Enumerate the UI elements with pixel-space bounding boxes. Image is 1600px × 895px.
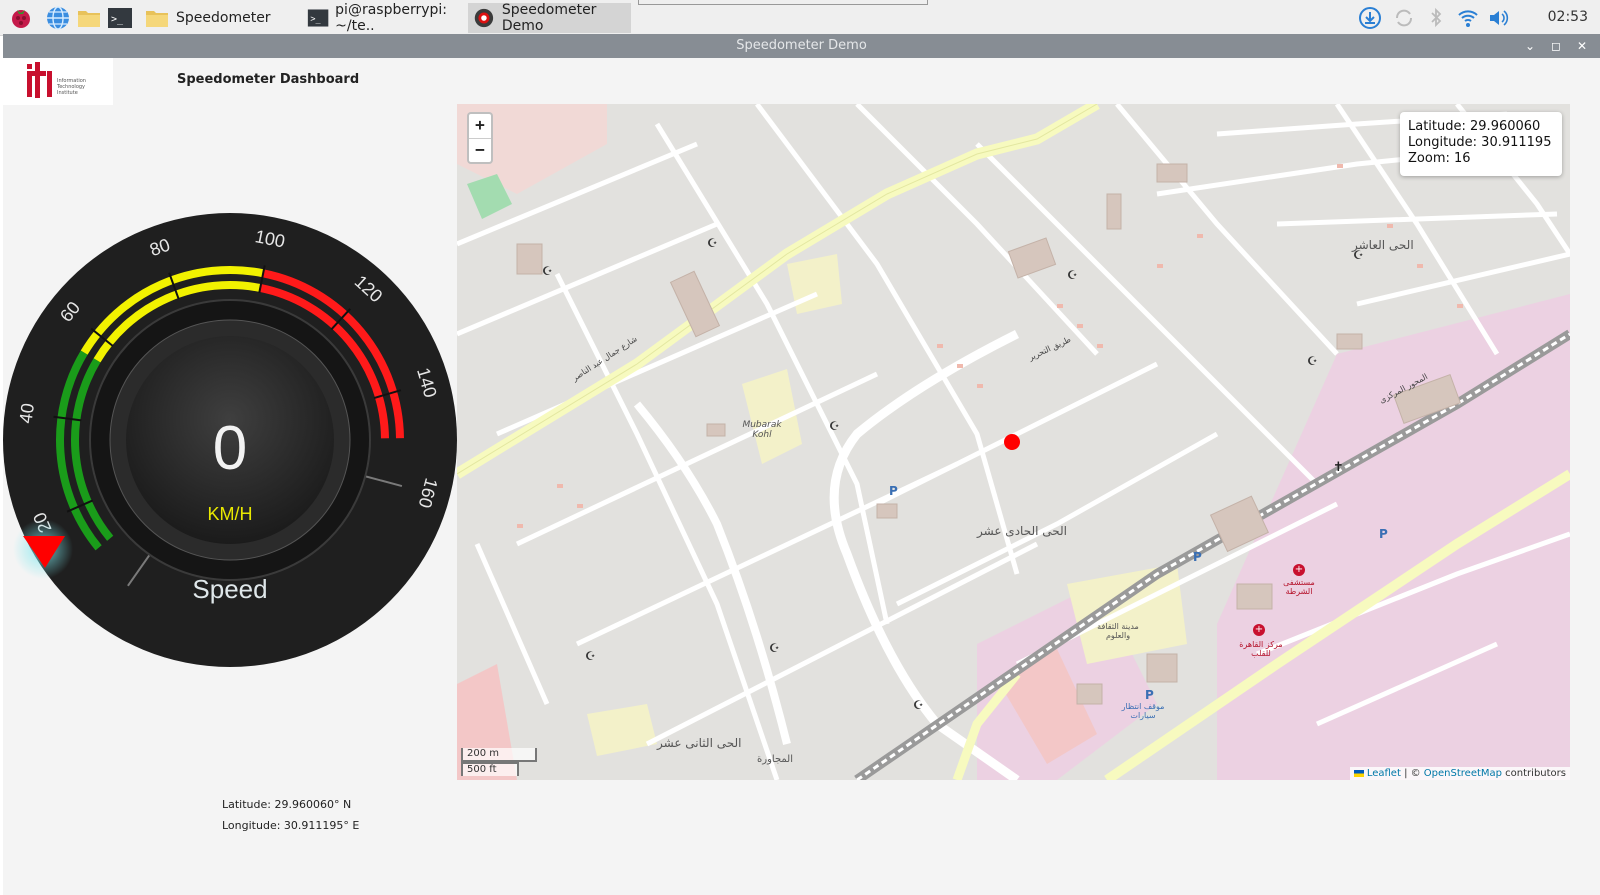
clock[interactable]: 02:53 <box>1548 9 1588 25</box>
info-zoom: Zoom: 16 <box>1408 151 1471 166</box>
svg-text:Institute: Institute <box>57 90 78 96</box>
task-speedometer-demo[interactable]: Speedometer Demo <box>468 2 631 34</box>
svg-text:>_: >_ <box>310 14 321 24</box>
latitude-readout: Latitude: 29.960060° N <box>222 798 352 811</box>
raspberry-menu-icon[interactable] <box>8 5 34 31</box>
mosque-icon: ☪ <box>829 419 840 433</box>
parking-icon: P <box>1145 688 1154 702</box>
osm-link[interactable]: OpenStreetMap <box>1424 768 1502 779</box>
map-view[interactable]: Mubarak Kohl الحى الحادى عشر الحى الثانى… <box>457 104 1570 780</box>
map-label-parking: موقف انتظار سيارات <box>1121 702 1165 720</box>
leaflet-link[interactable]: Leaflet <box>1367 768 1401 779</box>
task-speedometer-folder[interactable]: Speedometer <box>140 3 300 33</box>
window-titlebar[interactable]: Speedometer Demo ⌄ ◻ ✕ <box>3 34 1600 58</box>
task-label: pi@raspberrypi: ~/te.. <box>335 2 448 34</box>
mosque-icon: ☪ <box>542 264 553 278</box>
location-marker[interactable] <box>1004 434 1020 450</box>
map-attribution: Leaflet | © OpenStreetMap contributors <box>1349 767 1570 780</box>
app-window: Information Technology Institute Speedom… <box>3 58 1600 895</box>
parking-icon: P <box>1379 527 1388 541</box>
app-icon <box>474 8 494 28</box>
zoom-in-button[interactable]: + <box>469 114 491 138</box>
mosque-icon: ☪ <box>1307 354 1318 368</box>
task-label: Speedometer <box>176 10 271 26</box>
gauge-tick-label: 40 <box>16 402 38 424</box>
close-icon[interactable]: ✕ <box>1572 34 1592 58</box>
volume-icon[interactable] <box>1487 7 1511 29</box>
mosque-icon: ☪ <box>707 236 718 250</box>
scale-bar: 200 m 500 ft <box>461 748 537 776</box>
map-label-park: Mubarak Kohl <box>742 420 782 440</box>
file-manager-icon[interactable] <box>76 5 102 31</box>
task-label: Speedometer Demo <box>501 2 597 34</box>
mosque-icon: ☪ <box>769 641 780 655</box>
folder-icon <box>146 11 168 27</box>
terminal-icon[interactable]: >_ <box>107 5 133 31</box>
maximize-icon[interactable]: ◻ <box>1546 34 1566 58</box>
task-terminal[interactable]: >_ pi@raspberrypi: ~/te.. <box>303 2 468 34</box>
mosque-icon: ☪ <box>1353 248 1364 262</box>
parking-icon: P <box>1193 550 1202 564</box>
terminal-icon: >_ <box>307 9 329 27</box>
map-label-police-hospital: مستشفى الشرطة <box>1283 578 1315 596</box>
gauge-label: Speed <box>192 574 267 604</box>
speed-value: 0 <box>213 414 247 483</box>
zoom-out-button[interactable]: − <box>469 138 491 162</box>
map-label-neighborhood: المجاورة <box>757 754 794 765</box>
attrib-suffix: contributors <box>1502 768 1566 779</box>
mosque-icon: ☪ <box>913 698 924 712</box>
map-label-district-12: الحى الثانى عشر <box>657 736 742 750</box>
mosque-icon: ☪ <box>585 649 596 663</box>
logo-graphic: Information Technology Institute <box>27 62 86 98</box>
map-label-heart-center: مركز القاهرة للقلب <box>1239 640 1283 658</box>
minimize-icon[interactable]: ⌄ <box>1520 34 1540 58</box>
gauge-needle <box>13 519 73 579</box>
zoom-control: + − <box>467 112 493 164</box>
hospital-icon: + <box>1293 564 1305 576</box>
ukraine-flag-icon <box>1353 769 1364 777</box>
sync-icon[interactable] <box>1392 7 1416 29</box>
map-label-district-11: الحى الحادى عشر <box>977 524 1067 538</box>
svg-text:>_: >_ <box>111 14 124 25</box>
task-placeholder <box>638 0 928 5</box>
hospital-icon: + <box>1253 624 1265 636</box>
wifi-icon[interactable] <box>1456 7 1480 29</box>
map-label-culture-city: مدينة الثقافة والعلوم <box>1097 622 1139 640</box>
info-longitude: Longitude: 30.911195 <box>1408 135 1552 150</box>
speed-unit: KM/H <box>208 504 253 524</box>
parking-icon: P <box>889 484 898 498</box>
taskbar: >_ Speedometer >_ pi@raspberrypi: ~/te..… <box>0 0 1600 36</box>
dashboard-title: Speedometer Dashboard <box>177 72 360 87</box>
map-info-box: Latitude: 29.960060 Longitude: 30.911195… <box>1400 112 1562 176</box>
info-latitude: Latitude: 29.960060 <box>1408 119 1541 134</box>
iti-logo: Information Technology Institute <box>3 58 113 105</box>
update-icon[interactable] <box>1358 7 1382 29</box>
speedometer-gauge: 20406080100120140160 0 KM/H Speed <box>3 213 457 667</box>
longitude-readout: Longitude: 30.911195° E <box>222 819 360 832</box>
scale-metric: 200 m <box>461 748 537 762</box>
attrib-sep: | © <box>1400 768 1424 779</box>
church-icon: ✝ <box>1333 460 1344 475</box>
bluetooth-icon[interactable] <box>1424 7 1448 29</box>
scale-imperial: 500 ft <box>461 762 519 776</box>
window-title: Speedometer Demo <box>736 38 867 53</box>
coordinates-readout: Latitude: 29.960060° N Longitude: 30.911… <box>222 794 359 836</box>
mosque-icon: ☪ <box>1067 268 1078 282</box>
browser-icon[interactable] <box>45 5 71 31</box>
